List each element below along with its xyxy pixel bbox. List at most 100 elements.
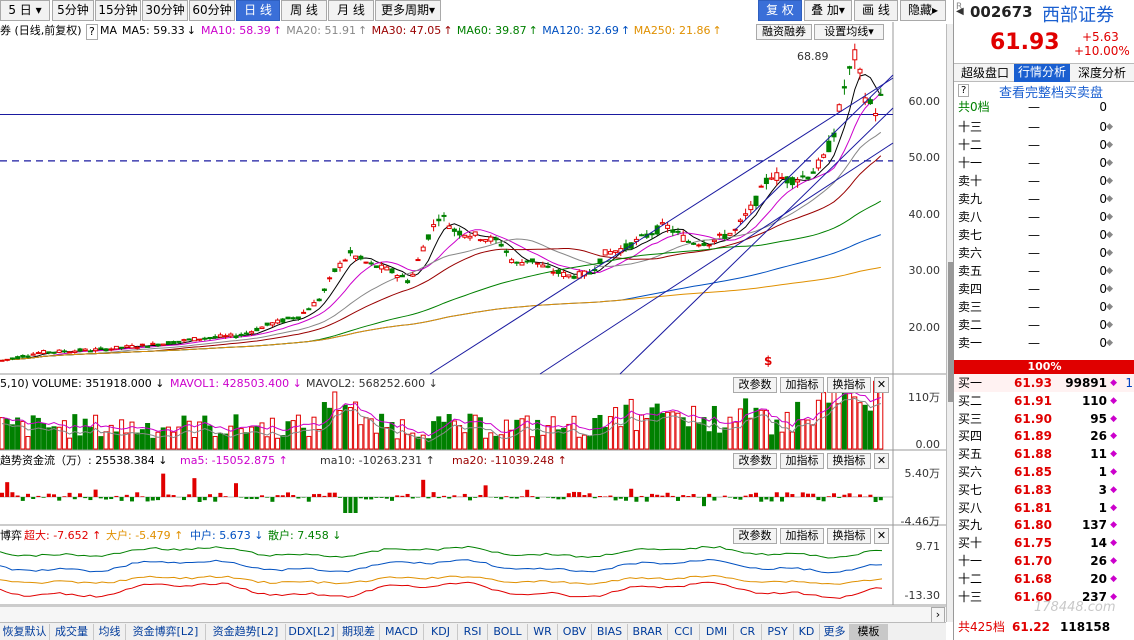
scroll-right-icon[interactable]: ›: [931, 607, 945, 623]
candle-body: [841, 86, 847, 89]
help-icon[interactable]: ?: [958, 84, 970, 97]
candle-body: [165, 341, 171, 345]
candle-body: [805, 176, 811, 180]
tab-quote-analysis[interactable]: 行情分析: [1014, 64, 1070, 82]
bid-price: 61.93: [1014, 376, 1052, 390]
flow-bar: [816, 497, 821, 501]
bid-row[interactable]: 买九 61.80 137 ◆: [954, 516, 1134, 534]
flow-add-indicator-button[interactable]: 加指标: [780, 453, 824, 469]
tab-super-book[interactable]: 超级盘口: [956, 65, 1014, 81]
ma-line: [1, 74, 882, 361]
kline-chart[interactable]: [0, 0, 946, 640]
volume-bar: [477, 417, 483, 450]
volume-bar: [35, 417, 41, 450]
tab-depth-analysis[interactable]: 深度分析: [1072, 65, 1132, 81]
diamond-icon: ◆: [1110, 413, 1117, 424]
peak-price-label: 68.89: [797, 50, 829, 63]
ask-row[interactable]: 卖九 —0 ◆: [954, 190, 1134, 208]
flow-change-params-button[interactable]: 改参数: [733, 453, 777, 469]
indicator-tab-4[interactable]: 资金趋势[L2]: [206, 624, 286, 640]
indicator-tab-8[interactable]: KDJ: [424, 624, 458, 640]
ask-row[interactable]: 十二 —0 ◆: [954, 136, 1134, 154]
volume-bar: [847, 391, 853, 450]
ask-row[interactable]: 十三 —0 ◆: [954, 118, 1134, 136]
vol-change-params-button[interactable]: 改参数: [733, 377, 777, 393]
indicator-tab-17[interactable]: CR: [734, 624, 762, 640]
indicator-tab-21[interactable]: 模板: [850, 624, 888, 640]
bid-row[interactable]: 十一 61.70 26 ◆: [954, 552, 1134, 570]
flow-bar: [369, 497, 374, 500]
indicator-tab-20[interactable]: 更多: [820, 624, 850, 640]
candle-body: [160, 343, 166, 346]
candle-body: [306, 308, 312, 311]
indicator-tab-18[interactable]: PSY: [762, 624, 794, 640]
indicator-tab-3[interactable]: 资金博弈[L2]: [126, 624, 206, 640]
bid-row[interactable]: 买十 61.75 14 ◆: [954, 534, 1134, 552]
indicator-tab-14[interactable]: BRAR: [628, 624, 668, 640]
bid-row[interactable]: 买四 61.89 26 ◆: [954, 427, 1134, 445]
ask-row[interactable]: 卖三 —0 ◆: [954, 298, 1134, 316]
bid-row[interactable]: 买三 61.90 95 ◆: [954, 410, 1134, 428]
vol-close-icon[interactable]: ✕: [874, 377, 889, 393]
flow-bar: [358, 497, 363, 499]
indicator-tab-19[interactable]: KD: [794, 624, 820, 640]
indicator-tab-1[interactable]: 成交量: [50, 624, 94, 640]
help-icon[interactable]: ?: [86, 24, 98, 40]
ask-row[interactable]: 卖十 —0 ◆: [954, 172, 1134, 190]
indicator-tab-0[interactable]: 恢复默认: [0, 624, 50, 640]
indicator-tab-7[interactable]: MACD: [380, 624, 424, 640]
game-close-icon[interactable]: ✕: [874, 528, 889, 544]
flow-close-icon[interactable]: ✕: [874, 453, 889, 469]
indicator-tab-10[interactable]: BOLL: [488, 624, 528, 640]
candle-body: [472, 231, 478, 236]
candle-body: [233, 335, 239, 339]
ask-row[interactable]: 卖七 —0 ◆: [954, 226, 1134, 244]
bid-row[interactable]: 买八 61.81 1 ◆: [954, 499, 1134, 517]
margin-trading-button[interactable]: 融资融券: [756, 24, 812, 40]
bid-row[interactable]: 买一 61.93 99891 ◆ 1: [954, 374, 1134, 392]
ask-row[interactable]: 卖六 —0 ◆: [954, 244, 1134, 262]
candle-body: [826, 140, 832, 153]
time-scrollbar[interactable]: [0, 606, 946, 622]
chevron-left-icon[interactable]: ◀: [956, 6, 964, 17]
set-ma-button[interactable]: 设置均线▾: [814, 24, 884, 40]
game-change-params-button[interactable]: 改参数: [733, 528, 777, 544]
indicator-tab-9[interactable]: RSI: [458, 624, 488, 640]
candle-body: [155, 343, 161, 347]
ask-row[interactable]: 卖一 —0 ◆: [954, 334, 1134, 352]
bid-row[interactable]: 十二 61.68 20 ◆: [954, 570, 1134, 588]
game-add-indicator-button[interactable]: 加指标: [780, 528, 824, 544]
vol-add-indicator-button[interactable]: 加指标: [780, 377, 824, 393]
volume-bar: [103, 431, 109, 450]
indicator-tab-16[interactable]: DMI: [700, 624, 734, 640]
ask-row[interactable]: 卖八 —0 ◆: [954, 208, 1134, 226]
chart-scrollbar[interactable]: [946, 24, 953, 622]
flow-bar: [764, 497, 769, 500]
indicator-tab-15[interactable]: CCI: [668, 624, 700, 640]
bid-row[interactable]: 买五 61.88 11 ◆: [954, 445, 1134, 463]
flow-bar: [634, 497, 639, 502]
indicator-tab-13[interactable]: BIAS: [592, 624, 628, 640]
bid-row[interactable]: 买二 61.91 110 ◆: [954, 392, 1134, 410]
vol-swap-indicator-button[interactable]: 换指标: [827, 377, 871, 393]
ask-row[interactable]: 卖五 —0 ◆: [954, 262, 1134, 280]
indicator-tab-11[interactable]: WR: [528, 624, 558, 640]
indicator-tab-5[interactable]: DDX[L2]: [286, 624, 338, 640]
flow-y-min: -4.46万: [900, 515, 940, 528]
indicator-tab-12[interactable]: OBV: [558, 624, 592, 640]
retail-line: [0, 545, 883, 559]
ask-row[interactable]: 卖四 —0 ◆: [954, 280, 1134, 298]
ask-row[interactable]: 十一 —0 ◆: [954, 154, 1134, 172]
volume-bar: [633, 430, 639, 450]
flow-bar: [52, 494, 56, 497]
indicator-tab-6[interactable]: 期现差: [338, 624, 380, 640]
ask-row[interactable]: 卖二 —0 ◆: [954, 316, 1134, 334]
indicator-tab-2[interactable]: 均线: [94, 624, 126, 640]
flow-swap-indicator-button[interactable]: 换指标: [827, 453, 871, 469]
bid-row[interactable]: 买六 61.85 1 ◆: [954, 463, 1134, 481]
volume-bar: [20, 420, 26, 450]
volume-bar: [867, 410, 873, 450]
bid-row[interactable]: 买七 61.83 3 ◆: [954, 481, 1134, 499]
flow-bar: [327, 492, 332, 497]
game-swap-indicator-button[interactable]: 换指标: [827, 528, 871, 544]
